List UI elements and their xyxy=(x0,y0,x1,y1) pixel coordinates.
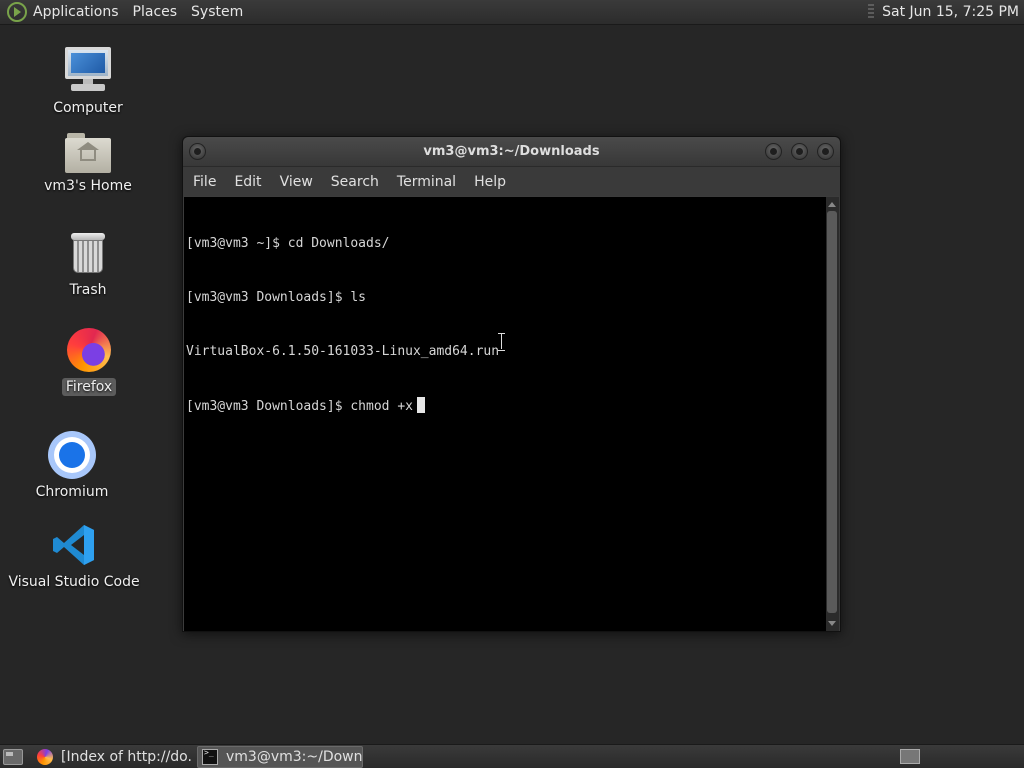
terminal-prompt-text: [vm3@vm3 Downloads]$ chmod +x xyxy=(186,399,413,414)
panel-separator xyxy=(868,4,875,20)
bottom-panel: [Index of http://do... vm3@vm3:~/Downl..… xyxy=(0,744,1024,768)
desktop-icon-label: vm3's Home xyxy=(44,178,132,194)
workspace-switcher[interactable] xyxy=(900,749,920,764)
menu-view[interactable]: View xyxy=(270,174,321,190)
terminal-scrollbar[interactable] xyxy=(826,197,839,631)
trash-icon xyxy=(68,229,108,277)
desktop-icon-label: Chromium xyxy=(35,484,109,500)
menu-file[interactable]: File xyxy=(183,174,224,190)
desktop-icon-label: Trash xyxy=(69,282,107,298)
computer-icon xyxy=(63,45,113,95)
terminal-window[interactable]: vm3@vm3:~/Downloads File Edit View Searc… xyxy=(182,136,841,632)
clock[interactable]: Sat Jun 15, 7:25 PM xyxy=(882,4,1024,20)
text-cursor xyxy=(416,397,425,413)
terminal-menubar: File Edit View Search Terminal Help xyxy=(183,167,840,196)
vscode-icon xyxy=(50,521,98,569)
close-button[interactable] xyxy=(817,143,834,160)
desktop-icon-firefox[interactable]: Firefox xyxy=(29,326,149,396)
menu-edit[interactable]: Edit xyxy=(224,174,269,190)
terminal-icon xyxy=(202,748,218,765)
system-menu[interactable]: System xyxy=(185,0,251,25)
terminal-prompt-line: [vm3@vm3 Downloads]$ chmod +x xyxy=(186,397,826,415)
distro-logo-icon[interactable] xyxy=(7,2,27,22)
terminal-line: [vm3@vm3 Downloads]$ ls xyxy=(186,290,367,305)
top-panel: Applications Places System Sat Jun 15, 7… xyxy=(0,0,1024,25)
firefox-icon xyxy=(65,326,113,374)
maximize-button[interactable] xyxy=(791,143,808,160)
applications-menu[interactable]: Applications xyxy=(33,0,127,25)
menu-search[interactable]: Search xyxy=(321,174,387,190)
taskbar-item-label: [Index of http://do... xyxy=(61,748,193,765)
terminal-line: [vm3@vm3 ~]$ cd Downloads/ xyxy=(186,236,390,251)
taskbar-item-firefox[interactable]: [Index of http://do... xyxy=(33,746,193,768)
ibeam-cursor-icon xyxy=(498,333,506,351)
desktop-icon-label: Firefox xyxy=(61,378,117,396)
top-panel-right: Sat Jun 15, 7:25 PM xyxy=(868,0,1024,25)
places-menu[interactable]: Places xyxy=(127,0,186,25)
show-desktop-icon[interactable] xyxy=(3,748,23,765)
menu-terminal[interactable]: Terminal xyxy=(387,174,464,190)
terminal-line: VirtualBox-6.1.50-161033-Linux_amd64.run xyxy=(186,344,500,359)
window-title: vm3@vm3:~/Downloads xyxy=(423,144,600,159)
desktop-icon-computer[interactable]: Computer xyxy=(28,45,148,117)
desktop-icon-chromium[interactable]: Chromium xyxy=(12,431,132,501)
minimize-button[interactable] xyxy=(765,143,782,160)
window-titlebar[interactable]: vm3@vm3:~/Downloads xyxy=(183,137,840,167)
taskbar-item-label: vm3@vm3:~/Downl... xyxy=(226,748,363,765)
scroll-down-arrow-icon[interactable] xyxy=(828,621,836,626)
taskbar-item-terminal[interactable]: vm3@vm3:~/Downl... xyxy=(197,745,363,768)
scrollbar-thumb[interactable] xyxy=(827,211,837,613)
firefox-icon xyxy=(37,748,53,765)
scroll-up-arrow-icon[interactable] xyxy=(828,202,836,207)
desktop-icon-home[interactable]: vm3's Home xyxy=(28,129,148,195)
desktop-icon-label: Computer xyxy=(53,100,123,116)
chromium-icon xyxy=(48,431,96,479)
terminal-output[interactable]: [vm3@vm3 ~]$ cd Downloads/ [vm3@vm3 Down… xyxy=(184,197,826,631)
menu-help[interactable]: Help xyxy=(464,174,514,190)
desktop-icon-label: Visual Studio Code xyxy=(8,574,140,590)
desktop-icon-trash[interactable]: Trash xyxy=(28,229,148,299)
home-folder-icon xyxy=(65,133,111,173)
desktop-icon-vscode[interactable]: Visual Studio Code xyxy=(8,521,140,591)
